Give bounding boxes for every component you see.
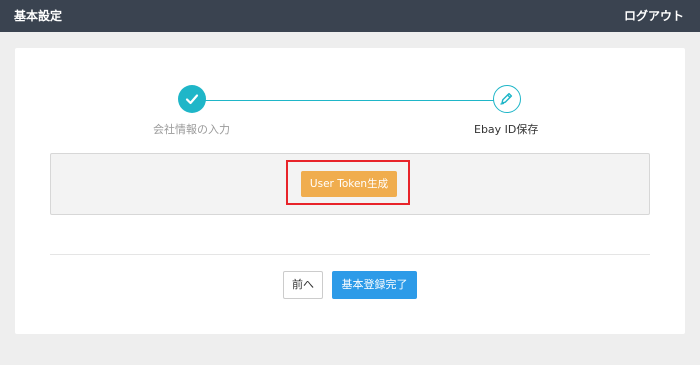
step-1-label: 会社情報の入力: [153, 123, 230, 136]
page-title: 基本設定: [14, 9, 63, 23]
pencil-icon: [500, 92, 513, 105]
header-bar: 基本設定 ログアウト: [0, 0, 700, 32]
check-icon: [185, 94, 199, 105]
logout-link[interactable]: ログアウト: [624, 9, 684, 23]
divider: [50, 254, 650, 255]
stepper-connector: [192, 100, 507, 101]
step-2-label: Ebay ID保存: [474, 123, 539, 136]
complete-registration-button[interactable]: 基本登録完了: [332, 271, 417, 299]
generate-user-token-button[interactable]: User Token生成: [301, 171, 397, 197]
back-button[interactable]: 前へ: [283, 271, 323, 299]
step-2-indicator: [493, 85, 521, 113]
step-1-indicator: [178, 85, 206, 113]
